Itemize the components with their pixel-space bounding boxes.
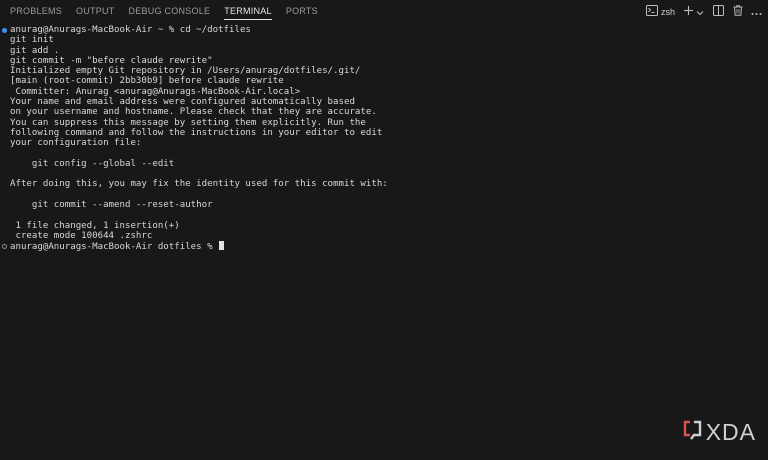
xda-logo-text: XDA [705, 419, 756, 445]
terminal-line-text: anurag@Anurags-MacBook-Air dotfiles % [10, 242, 219, 253]
terminal-output[interactable]: anurag@Anurags-MacBook-Air ~ % cd ~/dotf… [0, 25, 768, 325]
terminal-line: git init [0, 35, 768, 45]
tab-ports[interactable]: PORTS [286, 6, 318, 20]
terminal-line: [main (root-commit) 2bb30b9] before clau… [0, 76, 768, 86]
xda-logo-icon [683, 420, 703, 445]
shell-selector[interactable]: zsh [645, 3, 675, 21]
terminal-line-text: Initialized empty Git repository in /Use… [10, 66, 361, 77]
terminal-line-text: anurag@Anurags-MacBook-Air ~ % cd ~/dotf… [10, 25, 251, 35]
terminal-line-text: Your name and email address were configu… [10, 97, 355, 108]
terminal-line-text: git commit -m "before claude rewrite" [10, 55, 213, 66]
terminal-line: Your name and email address were configu… [0, 97, 768, 107]
terminal-line: following command and follow the instruc… [0, 128, 768, 138]
tab-output[interactable]: OUTPUT [76, 6, 115, 20]
terminal-line-text: create mode 100644 .zshrc [10, 230, 153, 241]
shell-name: zsh [660, 7, 675, 17]
terminal-line-text: 1 file changed, 1 insertion(+) [10, 220, 180, 231]
terminal-line-text: on your username and hostname. Please ch… [10, 107, 377, 118]
terminal-cursor [219, 241, 225, 251]
terminal-icon [645, 3, 658, 21]
command-success-marker[interactable] [2, 27, 7, 33]
terminal-panel: PROBLEMS OUTPUT DEBUG CONSOLE TERMINAL P… [0, 0, 768, 460]
terminal-line-text: You can suppress this message by setting… [10, 117, 366, 128]
launch-profile-button[interactable] [696, 4, 704, 20]
new-terminal-button[interactable] [683, 4, 694, 20]
terminal-line: git config --global --edit [0, 159, 768, 169]
terminal-prompt-line: anurag@Anurags-MacBook-Air dotfiles % [0, 241, 768, 253]
kill-terminal-button[interactable] [733, 4, 743, 20]
terminal-line-text: git config --global --edit [10, 158, 175, 169]
terminal-line: git commit -m "before claude rewrite" [0, 56, 768, 66]
plus-icon [683, 3, 694, 21]
terminal-line: After doing this, you may fix the identi… [0, 179, 768, 189]
terminal-line-text: git init [10, 35, 54, 46]
terminal-line-text: git commit --amend --reset-author [10, 200, 213, 211]
terminal-line-text: [main (root-commit) 2bb30b9] before clau… [10, 76, 284, 87]
terminal-line: You can suppress this message by setting… [0, 118, 768, 128]
terminal-prompt-line: anurag@Anurags-MacBook-Air ~ % cd ~/dotf… [0, 25, 768, 35]
tab-debug-console[interactable]: DEBUG CONSOLE [129, 6, 211, 20]
chevron-down-icon [696, 3, 704, 21]
more-actions-button[interactable] [751, 4, 762, 20]
more-icon [751, 3, 762, 21]
trash-icon [733, 3, 743, 21]
terminal-line: 1 file changed, 1 insertion(+) [0, 221, 768, 231]
split-icon [713, 3, 724, 21]
terminal-line: create mode 100644 .zshrc [0, 231, 768, 241]
terminal-actions: zsh [640, 4, 762, 20]
terminal-line: on your username and hostname. Please ch… [0, 107, 768, 117]
tab-terminal[interactable]: TERMINAL [224, 6, 272, 20]
panel-tab-bar: PROBLEMS OUTPUT DEBUG CONSOLE TERMINAL P… [0, 0, 768, 24]
xda-watermark: XDA [683, 419, 756, 446]
terminal-line: git add . [0, 46, 768, 56]
terminal-line-text: following command and follow the instruc… [10, 127, 383, 138]
terminal-line-text: git add . [10, 45, 60, 56]
panel-tabs: PROBLEMS OUTPUT DEBUG CONSOLE TERMINAL P… [10, 6, 332, 20]
terminal-line: Initialized empty Git repository in /Use… [0, 66, 768, 76]
split-terminal-button[interactable] [713, 4, 724, 20]
command-pending-marker[interactable] [2, 243, 7, 249]
terminal-line: git commit --amend --reset-author [0, 200, 768, 210]
terminal-line: Committer: Anurag <anurag@Anurags-MacBoo… [0, 87, 768, 97]
terminal-line-text: After doing this, you may fix the identi… [10, 179, 388, 190]
terminal-line: your configuration file: [0, 138, 768, 148]
tab-problems[interactable]: PROBLEMS [10, 6, 62, 20]
terminal-line-text: Committer: Anurag <anurag@Anurags-MacBoo… [10, 86, 301, 97]
terminal-line-text: your configuration file: [10, 138, 142, 149]
